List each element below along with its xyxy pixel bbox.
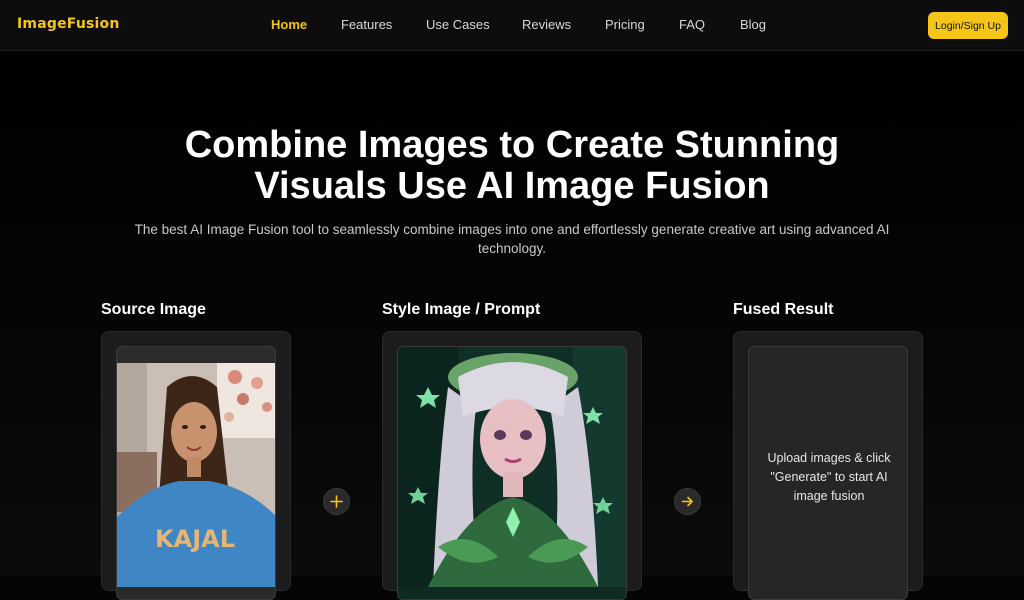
- hero-title: Combine Images to Create Stunning Visual…: [112, 125, 912, 207]
- source-image-upload-area[interactable]: KAJAL: [116, 346, 276, 600]
- shirt-text: KAJAL: [155, 525, 235, 553]
- nav-link-home[interactable]: Home: [271, 17, 307, 32]
- source-image-label: Source Image: [101, 301, 206, 318]
- style-image-label: Style Image / Prompt: [382, 301, 541, 318]
- style-image-upload-area[interactable]: [397, 346, 627, 600]
- hero-title-line-2: Visuals Use AI Image Fusion: [254, 165, 770, 207]
- nav-link-reviews[interactable]: Reviews: [522, 17, 571, 32]
- source-image-card: KAJAL: [101, 331, 291, 600]
- style-fairy-image: [398, 347, 626, 587]
- arrow-connector: [674, 488, 701, 515]
- fused-result-placeholder: Upload images & click "Generate" to star…: [763, 449, 895, 506]
- brand-logo[interactable]: ImageFusion: [17, 16, 120, 32]
- fused-result-card: Upload images & click "Generate" to star…: [733, 331, 923, 600]
- fused-result-label: Fused Result: [733, 301, 834, 318]
- nav-link-features[interactable]: Features: [341, 17, 392, 32]
- nav-link-faq[interactable]: FAQ: [679, 17, 705, 32]
- hero-subtitle-line-2: technology.: [477, 241, 547, 256]
- login-signup-button[interactable]: Login/Sign Up: [928, 12, 1008, 39]
- placeholder-line-3: image fusion: [793, 489, 865, 503]
- nav-link-pricing[interactable]: Pricing: [605, 17, 645, 32]
- hero-subtitle: The best AI Image Fusion tool to seamles…: [130, 220, 894, 258]
- nav-link-use-cases[interactable]: Use Cases: [426, 17, 490, 32]
- arrow-right-icon: [681, 496, 693, 507]
- placeholder-line-2: "Generate" to start AI: [770, 470, 888, 484]
- style-image-card: [382, 331, 642, 600]
- plus-connector: [323, 488, 350, 515]
- top-navbar: ImageFusion Home Features Use Cases Revi…: [0, 0, 1024, 51]
- source-portrait-image: KAJAL: [117, 347, 275, 587]
- placeholder-line-1: Upload images & click: [767, 451, 891, 465]
- fused-result-area: Upload images & click "Generate" to star…: [748, 346, 908, 600]
- nav-link-blog[interactable]: Blog: [740, 17, 766, 32]
- plus-icon: [330, 495, 343, 508]
- hero-title-line-1: Combine Images to Create Stunning: [184, 124, 840, 166]
- hero-subtitle-line-1: The best AI Image Fusion tool to seamles…: [134, 222, 890, 237]
